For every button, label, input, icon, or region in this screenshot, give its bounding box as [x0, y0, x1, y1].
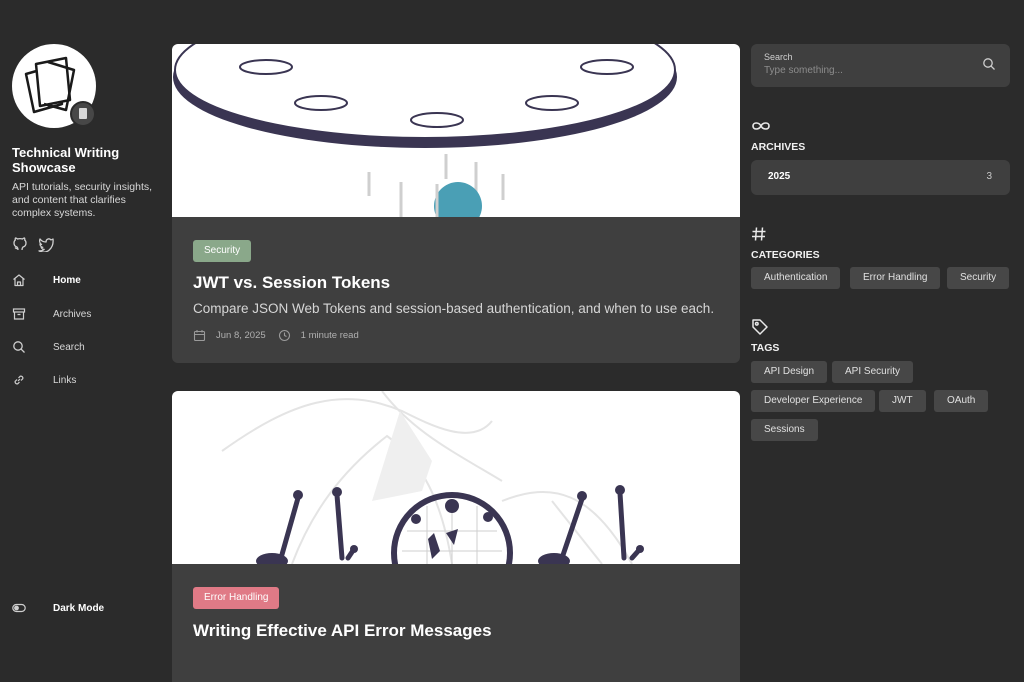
tag-chip[interactable]: Developer Experience [751, 390, 876, 412]
post-title[interactable]: JWT vs. Session Tokens [193, 273, 390, 293]
dark-mode-toggle[interactable]: Dark Mode [12, 599, 104, 617]
post-meta: Jun 8, 2025 1 minute read [193, 329, 359, 342]
search-box[interactable]: Search [751, 44, 1010, 87]
nav-home[interactable]: Home [12, 271, 81, 289]
post-card[interactable]: Security JWT vs. Session Tokens Compare … [172, 44, 740, 363]
post-read-time: 1 minute read [300, 330, 359, 341]
toggle-icon [12, 601, 26, 615]
post-tag[interactable]: Security [193, 240, 252, 262]
nav-label: Search [53, 341, 85, 353]
archive-icon [12, 307, 26, 321]
post-tag[interactable]: Error Handling [193, 587, 280, 609]
nav-archives[interactable]: Archives [12, 305, 91, 323]
category-chip[interactable]: Security [947, 267, 1010, 289]
document-icon [79, 108, 87, 119]
tag-icon [752, 319, 768, 335]
link-icon [12, 373, 26, 387]
nav-label: Home [53, 274, 81, 286]
post-date: Jun 8, 2025 [216, 330, 266, 341]
categories-heading: CATEGORIES [751, 249, 820, 261]
dark-mode-label: Dark Mode [53, 602, 105, 614]
social-links [12, 236, 54, 253]
search-icon [12, 340, 26, 354]
tag-chip[interactable]: JWT [879, 390, 926, 412]
archives-heading: ARCHIVES [751, 141, 806, 153]
tag-chip[interactable]: API Design [751, 361, 828, 383]
home-icon [12, 273, 26, 287]
ufo-illustration [173, 44, 677, 230]
sidebar: Technical Writing Showcase API tutorials… [0, 0, 172, 682]
nav-label: Links [53, 374, 77, 386]
search-label: Search [764, 52, 793, 62]
tags-heading: TAGS [751, 342, 780, 354]
post-hero-illustration [172, 44, 740, 230]
post-title[interactable]: Writing Effective API Error Messages [193, 621, 492, 641]
avatar-badge [70, 101, 96, 127]
category-chip[interactable]: Authentication [751, 267, 841, 289]
hash-icon [752, 227, 766, 241]
archive-count: 3 [986, 171, 992, 182]
site-title[interactable]: Technical Writing Showcase [12, 145, 162, 175]
tag-chip[interactable]: API Security [832, 361, 914, 383]
team-illustration [221, 391, 644, 614]
post-card[interactable]: Error Handling Writing Effective API Err… [172, 391, 740, 682]
nav-search[interactable]: Search [12, 338, 85, 356]
category-chip[interactable]: Error Handling [850, 267, 941, 289]
clock-icon [278, 329, 290, 342]
nav-label: Archives [53, 308, 92, 320]
twitter-icon[interactable] [38, 236, 54, 253]
calendar-icon [193, 330, 206, 342]
nav-links[interactable]: Links [12, 371, 76, 389]
post-hero-illustration [172, 391, 740, 614]
search-icon[interactable] [982, 57, 996, 71]
github-icon[interactable] [12, 236, 28, 252]
tag-chip[interactable]: OAuth [934, 390, 989, 412]
tag-chip[interactable]: Sessions [751, 419, 818, 441]
site-description: API tutorials, security insights, and co… [12, 181, 153, 219]
archive-item[interactable]: 2025 3 [751, 160, 1010, 195]
search-input[interactable] [764, 65, 964, 76]
post-description: Compare JSON Web Tokens and session-base… [193, 301, 715, 316]
archive-year: 2025 [768, 171, 791, 182]
infinity-icon [752, 122, 770, 130]
